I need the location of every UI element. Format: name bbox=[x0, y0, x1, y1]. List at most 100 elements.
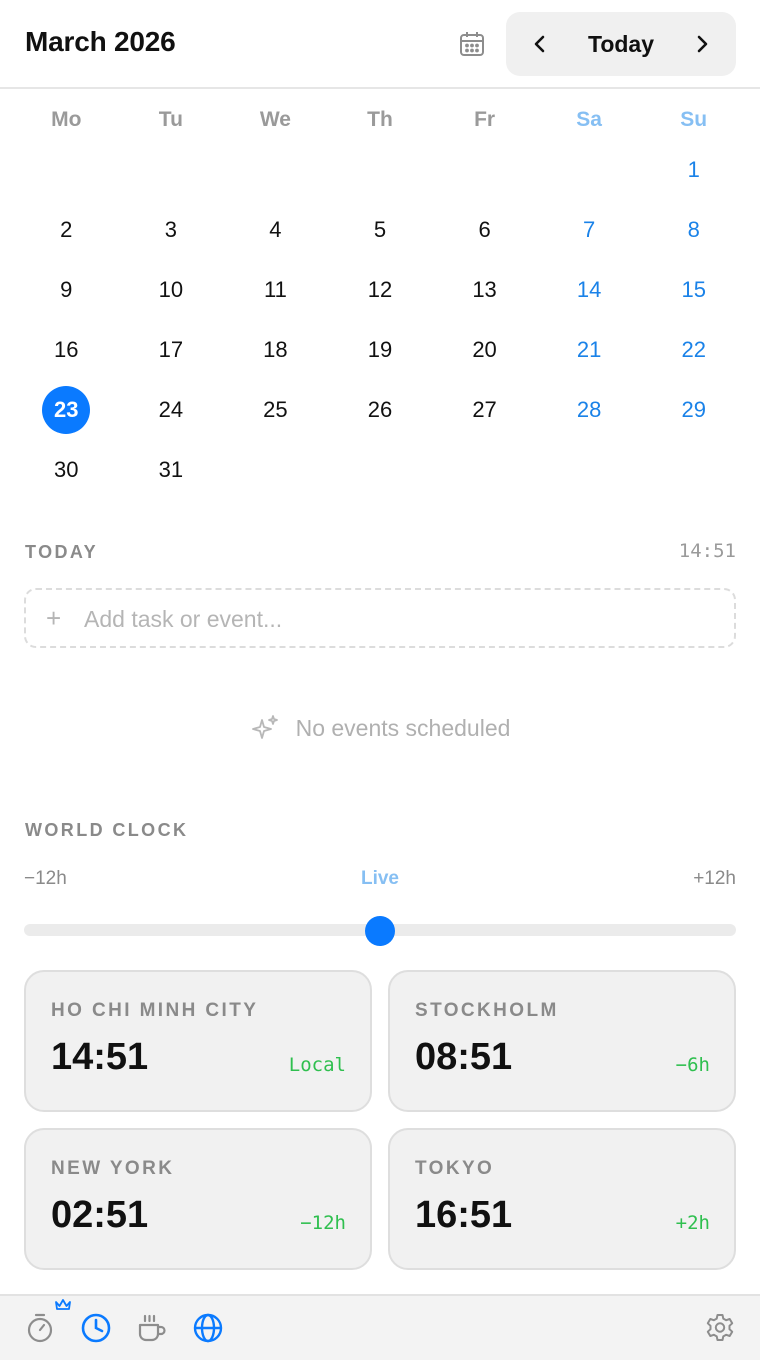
calendar-day[interactable]: 24 bbox=[119, 380, 224, 440]
clock-time: 16:51 bbox=[415, 1194, 513, 1236]
calendar-day[interactable]: 17 bbox=[119, 320, 224, 380]
next-month-button[interactable] bbox=[686, 28, 718, 60]
day-number: 31 bbox=[158, 457, 184, 482]
calendar-day[interactable]: 7 bbox=[537, 200, 642, 260]
clock-card[interactable]: STOCKHOLM 08:51 −6h bbox=[388, 970, 736, 1112]
day-number: 18 bbox=[263, 337, 288, 362]
weekday-label: Fr bbox=[474, 108, 496, 131]
calendar-day[interactable]: 16 bbox=[14, 320, 119, 380]
calendar-icon[interactable] bbox=[458, 30, 486, 58]
calendar-day[interactable]: 12 bbox=[328, 260, 433, 320]
day-number: 4 bbox=[269, 217, 282, 242]
calendar-day[interactable]: 8 bbox=[641, 200, 746, 260]
calendar-day[interactable]: 6 bbox=[432, 200, 537, 260]
calendar-day[interactable]: 20 bbox=[432, 320, 537, 380]
day-number: 9 bbox=[60, 277, 73, 302]
header: March 2026 Today bbox=[0, 0, 760, 89]
weekday-label: Th bbox=[367, 108, 393, 131]
clock-card[interactable]: TOKYO 16:51 +2h bbox=[388, 1128, 736, 1270]
empty-cell bbox=[537, 140, 642, 200]
current-time: 14:51 bbox=[678, 540, 736, 562]
day-number: 5 bbox=[373, 217, 387, 242]
add-task-input[interactable] bbox=[84, 602, 684, 636]
day-number: 1 bbox=[687, 157, 700, 182]
empty-cell bbox=[432, 440, 537, 500]
day-number: 16 bbox=[54, 337, 79, 362]
day-number: 15 bbox=[681, 277, 706, 302]
calendar-day-selected[interactable]: 23 bbox=[14, 380, 119, 440]
day-number: 20 bbox=[472, 337, 497, 362]
calendar-day[interactable]: 19 bbox=[328, 320, 433, 380]
calendar-day[interactable]: 31 bbox=[119, 440, 224, 500]
empty-cell bbox=[328, 140, 433, 200]
empty-cell bbox=[328, 440, 433, 500]
calendar-day[interactable]: 1 bbox=[641, 140, 746, 200]
calendar-day[interactable]: 30 bbox=[14, 440, 119, 500]
day-number: 27 bbox=[472, 397, 497, 422]
calendar-day[interactable]: 10 bbox=[119, 260, 224, 320]
calendar-day[interactable]: 5 bbox=[328, 200, 433, 260]
day-number: 11 bbox=[264, 277, 287, 302]
stopwatch-icon[interactable] bbox=[24, 1312, 56, 1344]
day-number: 8 bbox=[687, 217, 700, 242]
day-number: 25 bbox=[263, 397, 288, 422]
plus-icon: + bbox=[46, 603, 62, 633]
empty-cell bbox=[223, 440, 328, 500]
day-number: 23 bbox=[42, 386, 91, 434]
calendar-day[interactable]: 13 bbox=[432, 260, 537, 320]
calendar-day[interactable]: 22 bbox=[641, 320, 746, 380]
calendar-day[interactable]: 9 bbox=[14, 260, 119, 320]
calendar-day[interactable]: 14 bbox=[537, 260, 642, 320]
empty-state: No events scheduled bbox=[0, 708, 760, 748]
clock-time: 02:51 bbox=[51, 1194, 149, 1236]
empty-cell bbox=[537, 440, 642, 500]
gear-icon[interactable] bbox=[704, 1312, 736, 1344]
slider-thumb[interactable] bbox=[365, 916, 395, 946]
calendar-day[interactable]: 27 bbox=[432, 380, 537, 440]
previous-month-button[interactable] bbox=[524, 28, 556, 60]
calendar-day[interactable]: 25 bbox=[223, 380, 328, 440]
clock-time: 14:51 bbox=[51, 1036, 149, 1078]
slider-live-label: Live bbox=[360, 868, 400, 889]
calendar-day[interactable]: 18 bbox=[223, 320, 328, 380]
globe-icon[interactable] bbox=[192, 1312, 224, 1344]
calendar-day[interactable]: 2 bbox=[14, 200, 119, 260]
day-number: 14 bbox=[576, 277, 602, 302]
calendar-day[interactable]: 26 bbox=[328, 380, 433, 440]
calendar-day[interactable]: 11 bbox=[223, 260, 328, 320]
day-number: 3 bbox=[164, 217, 177, 242]
weekday-label: Su bbox=[680, 108, 708, 131]
clock-card[interactable]: HO CHI MINH CITY 14:51 Local bbox=[24, 970, 372, 1112]
chevron-right-icon bbox=[697, 35, 708, 53]
clock-icon[interactable] bbox=[80, 1312, 112, 1344]
today-button[interactable]: Today bbox=[566, 28, 676, 60]
empty-cell bbox=[432, 140, 537, 200]
clock-offset: −12h bbox=[300, 1212, 346, 1234]
day-number: 19 bbox=[367, 337, 393, 362]
calendar-day[interactable]: 4 bbox=[223, 200, 328, 260]
calendar-day[interactable]: 15 bbox=[641, 260, 746, 320]
empty-cell bbox=[119, 140, 224, 200]
day-number: 12 bbox=[367, 277, 393, 302]
add-task-box[interactable]: + bbox=[24, 588, 736, 648]
clock-offset: Local bbox=[288, 1054, 346, 1076]
clock-city: NEW YORK bbox=[51, 1158, 175, 1179]
empty-cell bbox=[641, 440, 746, 500]
calendar-day[interactable]: 29 bbox=[641, 380, 746, 440]
crown-icon bbox=[54, 1298, 72, 1312]
calendar-day[interactable]: 28 bbox=[537, 380, 642, 440]
day-number: 21 bbox=[576, 337, 602, 362]
weekday-label: We bbox=[259, 108, 291, 131]
clock-city: HO CHI MINH CITY bbox=[51, 1000, 259, 1021]
calendar-day[interactable]: 21 bbox=[537, 320, 642, 380]
day-number: 29 bbox=[681, 397, 706, 422]
day-number: 7 bbox=[583, 217, 596, 242]
calendar-day[interactable]: 3 bbox=[119, 200, 224, 260]
weekday-label: Mo bbox=[51, 108, 82, 131]
empty-cell bbox=[14, 140, 119, 200]
clock-card[interactable]: NEW YORK 02:51 −12h bbox=[24, 1128, 372, 1270]
clock-city: TOKYO bbox=[415, 1158, 495, 1179]
coffee-icon[interactable] bbox=[136, 1312, 168, 1344]
clock-city: STOCKHOLM bbox=[415, 1000, 559, 1021]
clock-time: 08:51 bbox=[415, 1036, 513, 1078]
